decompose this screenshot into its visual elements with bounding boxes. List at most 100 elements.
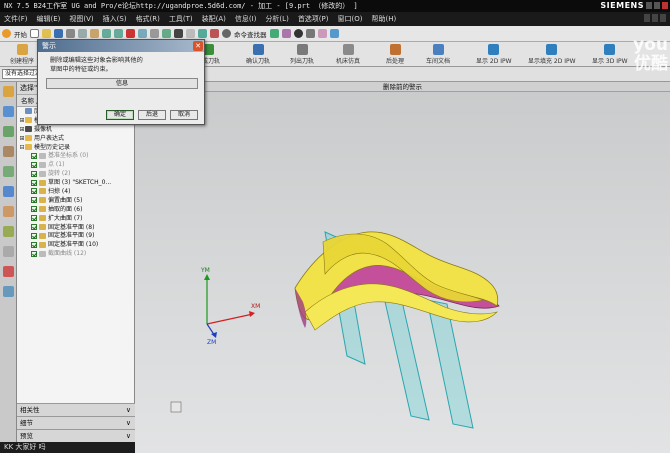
menu-item[interactable]: 帮助(H) — [371, 14, 396, 24]
menu-item[interactable]: 文件(F) — [4, 14, 28, 24]
paste-icon[interactable] — [90, 29, 99, 38]
undo-icon[interactable] — [102, 29, 111, 38]
visibility-checkbox[interactable] — [31, 206, 37, 213]
visibility-checkbox[interactable] — [31, 161, 37, 168]
verify-toolpath-button[interactable]: 确认刀轨 — [246, 44, 270, 65]
surface-icon[interactable] — [317, 29, 327, 38]
new-icon[interactable] — [30, 29, 39, 38]
layer-icon[interactable] — [210, 29, 219, 38]
analysis-icon[interactable] — [329, 29, 339, 38]
maximize-icon[interactable] — [654, 2, 660, 9]
feature-tree-row[interactable]: 截面曲线 (12) — [17, 249, 134, 258]
dialog-close-icon[interactable]: ✕ — [193, 41, 203, 51]
command-finder[interactable]: 命令查找器 — [234, 29, 267, 39]
navigator-panel-header[interactable]: 细节 ∨ — [17, 416, 135, 429]
fit-icon[interactable] — [138, 29, 147, 38]
command-finder-icon[interactable] — [222, 29, 231, 38]
list-toolpath-button[interactable]: 列出刀轨 — [290, 44, 314, 65]
info-button[interactable]: 信息 — [46, 78, 198, 89]
visibility-checkbox[interactable] — [31, 188, 37, 195]
reuse-library-icon[interactable] — [3, 146, 14, 157]
create-program-button[interactable]: 创建程序 — [10, 44, 34, 65]
assembly-navigator-icon[interactable] — [3, 86, 14, 97]
save-icon[interactable] — [54, 29, 63, 38]
menu-item[interactable]: 工具(T) — [169, 14, 193, 24]
cube-icon[interactable] — [305, 29, 315, 38]
visibility-checkbox[interactable] — [31, 241, 37, 248]
menu-item[interactable]: 信息(I) — [235, 14, 257, 24]
start-menu[interactable]: 开始 — [14, 29, 27, 39]
visibility-checkbox[interactable] — [31, 215, 37, 222]
rotate-icon[interactable] — [162, 29, 171, 38]
system-scenes-icon[interactable] — [3, 286, 14, 297]
process-studio-icon[interactable] — [3, 246, 14, 257]
system-materials-icon[interactable] — [3, 226, 14, 237]
open-icon[interactable] — [42, 29, 51, 38]
feature-tree-row[interactable]: ⊟ 模型历史记录 — [17, 143, 134, 152]
navigator-panel-header[interactable]: 预览 ∨ — [17, 429, 135, 442]
model-viewport[interactable]: YM XM ZM — [135, 92, 670, 453]
visibility-checkbox[interactable] — [31, 152, 37, 159]
feature-tree-row[interactable]: 基准坐标系 (0) — [17, 151, 134, 160]
shaded-icon[interactable] — [174, 29, 183, 38]
feature-tree-row[interactable]: 扫掠 (4) — [17, 187, 134, 196]
visibility-checkbox[interactable] — [31, 170, 37, 177]
redo-icon[interactable] — [114, 29, 123, 38]
menu-item[interactable]: 视图(V) — [69, 14, 93, 24]
visibility-checkbox[interactable] — [31, 250, 37, 257]
menu-item[interactable]: 首选项(P) — [298, 14, 329, 24]
close-icon[interactable] — [662, 2, 668, 9]
visibility-checkbox[interactable] — [31, 224, 37, 231]
menu-item[interactable]: 格式(R) — [136, 14, 160, 24]
restore-icon[interactable] — [652, 14, 658, 22]
section-icon[interactable] — [198, 29, 207, 38]
minimize-icon[interactable] — [644, 14, 650, 22]
part-navigator-icon[interactable] — [3, 106, 14, 117]
menu-item[interactable]: 装配(A) — [202, 14, 226, 24]
graphics-window[interactable]: YM XM ZM — [135, 92, 670, 453]
sphere-icon[interactable] — [293, 29, 303, 38]
menu-item[interactable]: 编辑(E) — [37, 14, 61, 24]
visibility-checkbox[interactable] — [31, 232, 37, 239]
feature-tree-row[interactable]: 固定基准平面 (9) — [17, 231, 134, 240]
cut-icon[interactable] — [66, 29, 75, 38]
menu-item[interactable]: 插入(S) — [103, 14, 127, 24]
menu-item[interactable]: 窗口(O) — [338, 14, 363, 24]
menu-item[interactable]: 分析(L) — [265, 14, 288, 24]
feature-tree-row[interactable]: 抽取的面 (6) — [17, 205, 134, 214]
feature-tree-row[interactable]: ⊞ 摄像机 — [17, 125, 134, 134]
show-2d-ipw-button[interactable]: 显示 2D IPW — [476, 44, 512, 65]
feature-tree-row[interactable]: 点 (1) — [17, 160, 134, 169]
roles-icon[interactable] — [3, 266, 14, 277]
operation-navigator-icon[interactable] — [3, 126, 14, 137]
feature-tree-row[interactable]: 扩大曲面 (7) — [17, 214, 134, 223]
feature-tree-row[interactable]: 旋转 (2) — [17, 169, 134, 178]
show-3d-ipw-button[interactable]: 显示 3D IPW — [592, 44, 628, 65]
feature-tree-row[interactable]: ⊞ 用户表达式 — [17, 134, 134, 143]
postprocess-button[interactable]: 后处理 — [386, 44, 404, 65]
render-icon[interactable] — [269, 29, 279, 38]
back-button[interactable]: 后退 — [138, 110, 166, 120]
show-filled-2d-ipw-button[interactable]: 显示填充 2D IPW — [528, 44, 576, 65]
machine-simulation-button[interactable]: 机床仿真 — [336, 44, 360, 65]
history-palette-icon[interactable] — [3, 206, 14, 217]
material-icon[interactable] — [281, 29, 291, 38]
start-icon[interactable] — [2, 29, 11, 38]
zoom-icon[interactable] — [150, 29, 159, 38]
web-browser-icon[interactable] — [3, 186, 14, 197]
feature-tree-row[interactable]: 固定基准平面 (8) — [17, 223, 134, 232]
navigator-panel-header[interactable]: 相关性 ∨ — [17, 403, 135, 416]
shop-docs-button[interactable]: 车间文档 — [426, 44, 450, 65]
copy-icon[interactable] — [78, 29, 87, 38]
feature-tree-row[interactable]: 固定基准平面 (10) — [17, 240, 134, 249]
visibility-checkbox[interactable] — [31, 179, 37, 186]
visibility-checkbox[interactable] — [31, 197, 37, 204]
ok-button[interactable]: 确定 — [106, 110, 134, 120]
delete-icon[interactable] — [126, 29, 135, 38]
close-icon[interactable] — [660, 14, 666, 22]
minimize-icon[interactable] — [646, 2, 652, 9]
wireframe-icon[interactable] — [186, 29, 195, 38]
cancel-button[interactable]: 取消 — [170, 110, 198, 120]
feature-tree-row[interactable]: 草图 (3) "SKETCH_0... — [17, 178, 134, 187]
hd3d-icon[interactable] — [3, 166, 14, 177]
